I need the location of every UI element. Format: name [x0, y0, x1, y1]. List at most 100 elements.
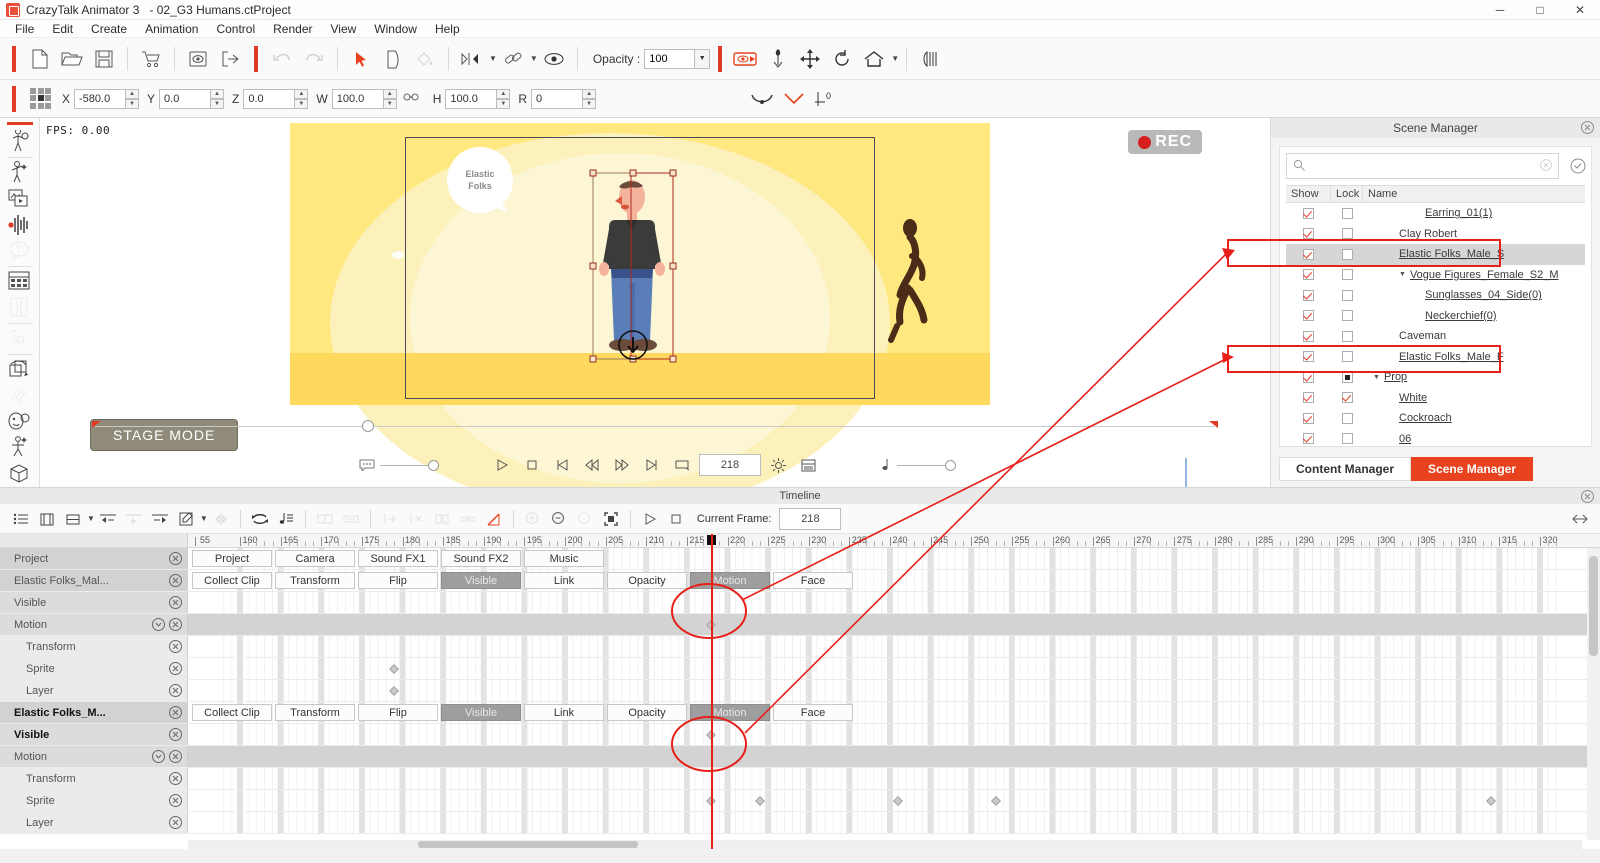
timeline-expand-icon[interactable] — [1568, 507, 1592, 531]
track-lane[interactable] — [188, 592, 1600, 613]
track-expander-icon[interactable] — [152, 618, 165, 634]
maximize-button[interactable]: □ — [1520, 0, 1560, 20]
track-button-collect-clip[interactable]: Collect Clip — [192, 572, 272, 589]
r-stepper[interactable]: ▲ ▼ — [582, 88, 597, 109]
track-clear-icon[interactable] — [169, 706, 182, 722]
zoom-out-icon[interactable] — [547, 507, 571, 531]
timeline-track-row[interactable]: Layer — [0, 812, 1600, 834]
scene-list-item[interactable]: Sunglasses_04_Side(0) — [1286, 285, 1585, 306]
media-clip-icon[interactable] — [4, 186, 36, 212]
scene-list-item[interactable]: Elastic Folks_Male_F — [1286, 347, 1585, 368]
loop-icon[interactable] — [669, 452, 695, 478]
timeline-track-row[interactable]: Project Project Camera Sound FX1 Sound FX2 Mu… — [0, 548, 1600, 570]
opacity-input[interactable] — [644, 48, 695, 69]
scene-list-item[interactable]: Neckerchief(0) — [1286, 306, 1585, 327]
track-clear-icon[interactable] — [169, 596, 182, 612]
scene-item-name-cell[interactable]: Elastic Folks_Male_F — [1363, 351, 1585, 363]
track-list-icon[interactable] — [9, 507, 33, 531]
track-lane[interactable] — [188, 812, 1600, 833]
scene-item-name-cell[interactable]: Sunglasses_04_Side(0) — [1363, 289, 1585, 301]
track-name-cell[interactable]: Motion — [0, 614, 188, 635]
favorites-filter-icon[interactable] — [1565, 158, 1591, 174]
track-button-transform[interactable]: Transform — [275, 704, 355, 721]
character-composer-icon[interactable] — [4, 129, 36, 155]
edit-clip-caret-icon[interactable]: ▼ — [200, 514, 208, 523]
motion-puppet-icon[interactable] — [4, 435, 36, 461]
timeline-play-icon[interactable] — [638, 507, 662, 531]
shift-right-icon[interactable] — [148, 507, 172, 531]
track-clear-icon[interactable] — [169, 772, 182, 788]
lock-checkbox[interactable] — [1331, 207, 1363, 219]
list-icon[interactable] — [795, 452, 821, 478]
stage-viewport[interactable]: FPS: 0.00 Elastic Folks REC STAGE MODE 2… — [40, 118, 1270, 487]
collect-clip-caret-icon[interactable]: ▼ — [87, 514, 95, 523]
scene-list-item[interactable]: White — [1286, 388, 1585, 409]
opacity-dropdown-icon[interactable]: ▼ — [694, 48, 711, 69]
track-name-cell[interactable]: Visible — [0, 724, 188, 745]
scene-item-label[interactable]: Elastic Folks_Male_S — [1399, 248, 1504, 260]
track-expander-icon[interactable] — [152, 750, 165, 766]
track-button-project[interactable]: Project — [192, 550, 272, 567]
scene-object-list[interactable]: Earring_01(1) Clay Robert Elastic Folks_Ma… — [1286, 203, 1585, 446]
scene-item-label[interactable]: Sunglasses_04_Side(0) — [1425, 289, 1542, 301]
scene-item-label[interactable]: Prop — [1384, 371, 1407, 383]
track-name-cell[interactable]: Layer — [0, 680, 188, 701]
scene-item-name-cell[interactable]: 06 — [1363, 433, 1585, 445]
y-field[interactable]: ▲▼ — [159, 88, 225, 109]
menu-item-create[interactable]: Create — [82, 20, 136, 38]
track-name-cell[interactable]: Elastic Folks_M... — [0, 702, 188, 723]
h-field[interactable]: ▲▼ — [445, 88, 511, 109]
track-name-cell[interactable]: Motion — [0, 746, 188, 767]
lock-checkbox[interactable] — [1331, 228, 1363, 240]
animation-puppet-icon[interactable] — [4, 160, 36, 186]
render-record-icon[interactable] — [731, 44, 761, 74]
track-clear-icon[interactable] — [169, 750, 182, 766]
r-input[interactable] — [531, 88, 584, 109]
expander-triangle-icon[interactable]: ▼ — [1399, 271, 1406, 278]
pin-icon[interactable] — [763, 44, 793, 74]
menu-item-edit[interactable]: Edit — [43, 20, 82, 38]
scene-item-name-cell[interactable]: Neckerchief(0) — [1363, 310, 1585, 322]
scene-list-item[interactable]: Clay Robert — [1286, 224, 1585, 245]
zoom-in-icon[interactable] — [521, 507, 545, 531]
lock-checkbox[interactable] — [1331, 248, 1363, 260]
scene-item-name-cell[interactable]: Elastic Folks_Male_S — [1363, 248, 1585, 260]
scene-item-name-cell[interactable]: Caveman — [1363, 330, 1585, 342]
track-button-motion[interactable]: Motion — [690, 704, 770, 721]
w-input[interactable] — [331, 88, 384, 109]
timeline-track-row[interactable]: Sprite — [0, 790, 1600, 812]
zero-baseline-icon[interactable]: 0 — [811, 84, 841, 114]
search-input[interactable] — [1311, 160, 1540, 172]
curve-smooth-icon[interactable] — [747, 84, 777, 114]
scene-item-label[interactable]: 06 — [1399, 433, 1411, 445]
track-button-opacity[interactable]: Opacity — [607, 572, 687, 589]
y-stepper[interactable]: ▲ ▼ — [210, 88, 225, 109]
curve-linear-icon[interactable] — [779, 84, 809, 114]
scene-item-label[interactable]: Caveman — [1399, 330, 1446, 342]
lock-checkbox[interactable] — [1331, 371, 1363, 383]
box-prop-icon[interactable] — [4, 461, 36, 487]
track-clear-icon[interactable] — [169, 662, 182, 678]
lock-checkbox[interactable] — [1331, 289, 1363, 301]
move-icon[interactable] — [795, 44, 825, 74]
panel-close-icon[interactable] — [1581, 121, 1594, 134]
export-icon[interactable] — [215, 44, 245, 74]
sprite-editor-icon[interactable] — [4, 269, 36, 295]
show-checkbox[interactable] — [1286, 207, 1331, 219]
open-folder-icon[interactable] — [57, 44, 87, 74]
timeline-playhead[interactable] — [711, 534, 713, 849]
in-point-icon[interactable] — [313, 507, 337, 531]
scene-item-label[interactable]: White — [1399, 392, 1427, 404]
track-lane[interactable]: Collect Clip Transform Flip Visible Link Opac… — [188, 702, 1600, 723]
scene-item-name-cell[interactable]: White — [1363, 392, 1585, 404]
lock-checkbox[interactable] — [1331, 330, 1363, 342]
shopping-cart-icon[interactable] — [136, 44, 166, 74]
gear-icon[interactable] — [765, 452, 791, 478]
out-point-icon[interactable] — [339, 507, 363, 531]
scene-list-item[interactable]: Cockroach — [1286, 408, 1585, 429]
show-checkbox[interactable] — [1286, 269, 1331, 281]
track-clear-icon[interactable] — [169, 618, 182, 634]
y-input[interactable] — [159, 88, 212, 109]
z-input[interactable] — [243, 88, 296, 109]
track-clear-icon[interactable] — [169, 794, 182, 810]
